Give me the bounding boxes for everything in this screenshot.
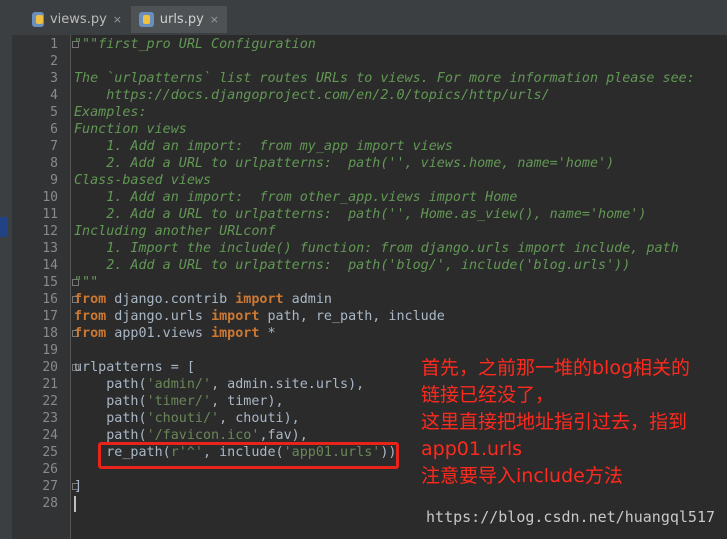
line-number: 18 bbox=[42, 326, 58, 341]
line-number: 13 bbox=[42, 241, 58, 256]
code-line-12: Including another URLconf bbox=[74, 224, 276, 239]
code-token: path( bbox=[74, 377, 147, 392]
module-name: app01.views bbox=[106, 326, 212, 341]
code-line-23: path('chouti/', chouti), bbox=[74, 410, 300, 427]
keyword: from bbox=[74, 326, 107, 341]
line-number: 9 bbox=[50, 173, 58, 188]
keyword: import bbox=[211, 309, 260, 324]
tool-window-strip bbox=[0, 35, 12, 539]
code-line-6: Function views bbox=[74, 122, 187, 137]
python-file-icon bbox=[139, 12, 154, 27]
editor-tab-bar: views.py × urls.py × bbox=[0, 0, 727, 35]
tool-window-marker[interactable] bbox=[0, 217, 8, 237]
line-number: 25 bbox=[42, 445, 58, 460]
code-token: ,fav), bbox=[259, 428, 308, 443]
line-number: 11 bbox=[42, 207, 58, 222]
code-line-3: The `urlpatterns` list routes URLs to vi… bbox=[74, 71, 695, 86]
code-line-22: path('timer/', timer), bbox=[74, 393, 284, 410]
line-number: 16 bbox=[42, 292, 58, 307]
code-token: , chouti), bbox=[219, 411, 300, 426]
code-line-5: Examples: bbox=[74, 105, 147, 120]
line-number: 26 bbox=[42, 462, 58, 477]
line-number: 27 bbox=[42, 479, 58, 494]
close-icon[interactable]: × bbox=[210, 13, 219, 26]
line-number: 17 bbox=[42, 309, 58, 324]
line-number: 1 bbox=[50, 37, 58, 52]
code-line-27: ] bbox=[74, 479, 83, 494]
line-number: 7 bbox=[50, 139, 58, 154]
code-line-9: Class-based views bbox=[74, 173, 212, 188]
line-number: 2 bbox=[50, 54, 58, 69]
code-line-17: from django.urls import path, re_path, i… bbox=[74, 308, 445, 325]
line-number: 22 bbox=[42, 394, 58, 409]
code-line-14: 2. Add a URL to urlpatterns: path('blog/… bbox=[74, 258, 631, 273]
line-number: 20 bbox=[42, 360, 58, 375]
code-line-10: 1. Add an import: from other_app.views i… bbox=[74, 190, 518, 205]
text-cursor bbox=[74, 496, 76, 512]
string-literal: 'timer/' bbox=[146, 394, 212, 409]
line-number: 19 bbox=[42, 343, 58, 358]
code-token: path( bbox=[74, 428, 147, 443]
code-line-8: 2. Add a URL to urlpatterns: path('', vi… bbox=[74, 156, 615, 171]
highlight-box bbox=[98, 442, 399, 469]
tab-bar-left-strip bbox=[0, 0, 24, 35]
code-token: path( bbox=[74, 394, 147, 409]
line-number: 28 bbox=[42, 496, 58, 511]
code-line-21: path('admin/', admin.site.urls), bbox=[74, 376, 364, 393]
line-number: 12 bbox=[42, 224, 58, 239]
annotation-line: 首先，之前那一堆的blog相关的 bbox=[421, 357, 691, 379]
string-literal: 'admin/' bbox=[146, 377, 212, 392]
code-line-15: """ bbox=[74, 275, 99, 290]
line-number: 24 bbox=[42, 428, 58, 443]
line-number-gutter: 1 2 3 4 5 6 7 8 9 10 11 12 13 14 15 16 1… bbox=[12, 35, 79, 539]
string-literal: 'chouti/' bbox=[146, 411, 220, 426]
line-number: 21 bbox=[42, 377, 58, 392]
annotation-line: 这里直接把地址指引过去，指到 bbox=[421, 411, 688, 433]
string-literal: '/favicon.ico' bbox=[146, 428, 260, 443]
code-token: , timer), bbox=[211, 394, 284, 409]
annotation-text: 首先，之前那一堆的blog相关的 链接已经没了， 这里直接把地址指引过去，指到 … bbox=[421, 355, 690, 490]
code-line-20: urlpatterns = [ bbox=[74, 360, 195, 375]
annotation-line: 注意要导入include方法 bbox=[421, 465, 623, 487]
code-line-16: from django.contrib import admin bbox=[74, 291, 332, 308]
line-number: 23 bbox=[42, 411, 58, 426]
code-line-7: 1. Add an import: from my_app import vie… bbox=[74, 139, 453, 154]
tab-label: views.py bbox=[49, 12, 107, 27]
code-line-1: """first_pro URL Configuration bbox=[74, 37, 316, 52]
code-line-13: 1. Import the include() function: from d… bbox=[74, 241, 679, 256]
keyword: import bbox=[235, 292, 284, 307]
annotation-line: 链接已经没了， bbox=[421, 384, 555, 406]
code-line-18: from app01.views import * bbox=[74, 325, 276, 342]
code-token: , admin.site.urls), bbox=[211, 377, 365, 392]
keyword: from bbox=[74, 292, 107, 307]
module-name: django.urls bbox=[106, 309, 212, 324]
tab-label: urls.py bbox=[159, 12, 204, 27]
line-number: 4 bbox=[50, 88, 58, 103]
annotation-line: app01.urls bbox=[421, 438, 523, 460]
line-number: 5 bbox=[50, 105, 58, 120]
import-name: admin bbox=[283, 292, 332, 307]
close-icon[interactable]: × bbox=[113, 13, 122, 26]
line-number: 14 bbox=[42, 258, 58, 273]
python-file-icon bbox=[32, 12, 44, 27]
keyword: import bbox=[211, 326, 260, 341]
import-name: * bbox=[259, 326, 276, 341]
keyword: from bbox=[74, 309, 107, 324]
line-number: 15 bbox=[42, 275, 58, 290]
code-line-11: 2. Add a URL to urlpatterns: path('', Ho… bbox=[74, 207, 647, 222]
import-name: path, re_path, include bbox=[259, 309, 445, 324]
code-token: path( bbox=[74, 411, 147, 426]
line-number: 10 bbox=[42, 190, 58, 205]
tab-views-py[interactable]: views.py × bbox=[24, 6, 130, 33]
watermark: https://blog.csdn.net/huangql517 bbox=[426, 508, 715, 526]
line-number: 6 bbox=[50, 122, 58, 137]
module-name: django.contrib bbox=[106, 292, 236, 307]
line-number: 3 bbox=[50, 71, 58, 86]
line-number: 8 bbox=[50, 156, 58, 171]
code-line-4: https://docs.djangoproject.com/en/2.0/to… bbox=[74, 88, 550, 103]
tab-urls-py[interactable]: urls.py × bbox=[131, 6, 227, 33]
